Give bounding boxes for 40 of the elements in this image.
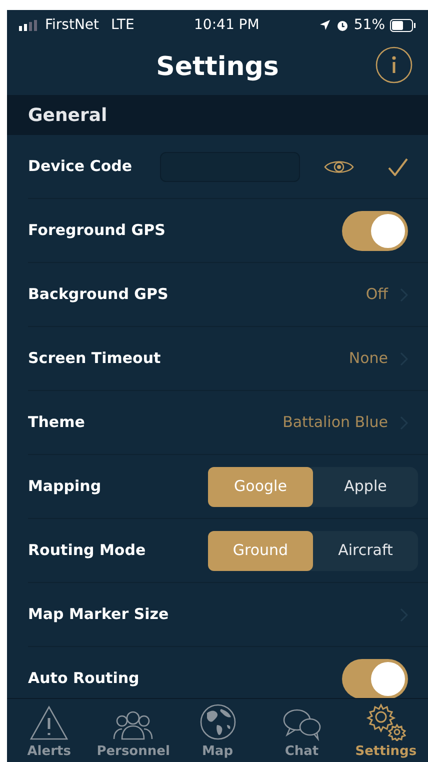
network-type: LTE	[111, 16, 134, 34]
settings-icon	[366, 702, 406, 740]
warning-icon	[29, 704, 70, 740]
people-icon	[113, 708, 154, 740]
setting-value: Off	[366, 284, 388, 306]
battery-icon	[390, 18, 416, 32]
section-title: General	[28, 104, 108, 128]
setting-label: Foreground GPS	[28, 220, 166, 242]
setting-label: Device Code	[28, 156, 132, 178]
alarm-clock-icon	[336, 18, 349, 32]
chat-bubbles-icon	[282, 706, 322, 740]
tab-bar-item[interactable]: Personnel	[91, 699, 176, 762]
setting-label: Screen Timeout	[28, 348, 161, 370]
setting-label: Theme	[28, 412, 85, 434]
segment-option[interactable]: Google	[208, 466, 313, 506]
setting-label: Map Marker Size	[28, 604, 169, 626]
setting-label: Auto Routing	[28, 668, 140, 690]
setting-label: Routing Mode	[28, 540, 146, 562]
tab-bar-item[interactable]: Map	[175, 699, 260, 762]
setting-value: None	[348, 348, 388, 370]
setting-label: Background GPS	[28, 284, 168, 306]
toggle-switch[interactable]	[342, 658, 408, 698]
tab-bar-item[interactable]: Alerts	[7, 699, 92, 762]
tab-bar-item[interactable]: Chat	[260, 699, 344, 762]
setting-value: Battalion Blue	[282, 412, 388, 434]
segment-option[interactable]: Ground	[208, 530, 313, 570]
battery-percent: 51%	[354, 16, 385, 34]
toggle-switch[interactable]	[342, 210, 408, 250]
clock-time: 10:41 PM	[194, 16, 260, 34]
carrier-name: FirstNet	[45, 16, 100, 34]
tab-bar-item[interactable]: Settings	[344, 699, 428, 762]
location-arrow-icon	[318, 19, 331, 31]
globe-icon	[198, 702, 236, 740]
page-title: Settings	[156, 51, 279, 84]
signal-icon	[19, 20, 39, 30]
segment-option[interactable]: Apple	[313, 466, 418, 506]
info-icon[interactable]	[375, 46, 413, 84]
checkmark-icon[interactable]	[388, 158, 408, 176]
setting-label: Mapping	[28, 476, 102, 498]
segment-option[interactable]: Aircraft	[313, 530, 418, 570]
